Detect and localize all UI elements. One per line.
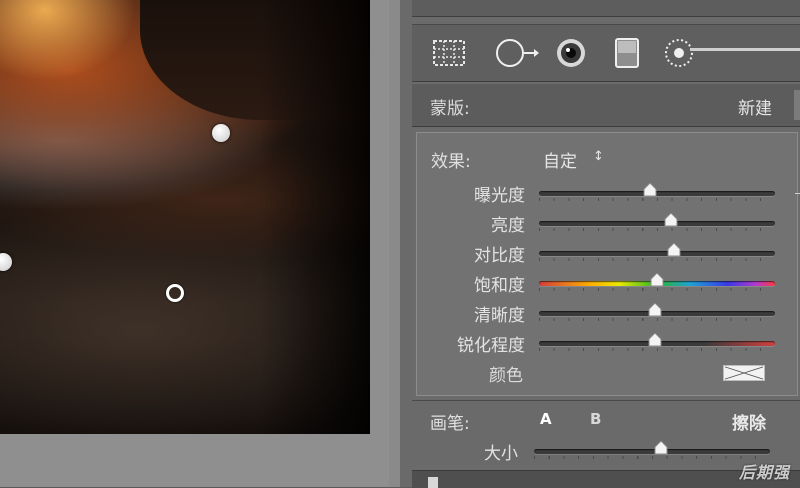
effect-slider-thumb[interactable] <box>648 303 662 318</box>
effect-slider-track[interactable] <box>539 221 775 226</box>
effect-slider-thumb[interactable] <box>643 183 657 198</box>
effect-slider-thumb[interactable] <box>648 333 662 348</box>
mask-row: 蒙版: 新建 <box>412 84 800 127</box>
panel-divider <box>400 0 412 487</box>
mask-scroll-edge <box>794 90 800 120</box>
effect-slider-track[interactable] <box>539 191 775 196</box>
effect-label: 效果: <box>431 152 471 172</box>
panel-edge-marker <box>795 193 800 194</box>
effect-slider-row: 曝光度 <box>417 177 800 207</box>
preset-stepper-icon[interactable]: ↕ <box>593 147 604 167</box>
spot-removal-icon[interactable] <box>494 37 540 69</box>
brush-label: 画笔: <box>430 414 470 434</box>
brush-size-label: 大小 <box>484 444 518 464</box>
effect-slider-ticks <box>539 198 775 201</box>
effect-slider-label: 亮度 <box>491 216 525 236</box>
brush-section: 画笔: A B 擦除 大小 <box>412 400 800 467</box>
brush-option-b[interactable]: B <box>590 410 601 428</box>
mask-label: 蒙版: <box>430 99 470 119</box>
effect-preset-select[interactable]: 自定 <box>543 147 577 172</box>
watermark-logo: 后期强 <box>738 463 790 482</box>
color-swatch[interactable] <box>723 365 765 381</box>
footer-checkbox[interactable] <box>428 477 438 488</box>
effect-slider-thumb[interactable] <box>664 213 678 228</box>
effect-slider-row: 对比度 <box>417 237 799 267</box>
red-eye-icon[interactable] <box>554 37 588 69</box>
effect-slider-track[interactable] <box>539 251 775 256</box>
photo-canvas-area <box>0 0 400 487</box>
effect-slider-row: 饱和度 <box>417 267 799 297</box>
brush-pin[interactable] <box>212 124 230 142</box>
brush-size-ticks <box>534 456 770 459</box>
effect-slider-label: 清晰度 <box>474 306 525 326</box>
photo-shadow <box>260 0 370 434</box>
effect-slider-label: 锐化程度 <box>457 336 525 356</box>
adjustment-brush-panel: 蒙版: 新建 效果: 自定 ↕ 曝光度亮度对比度饱和度清晰度锐化程度 颜色 画笔… <box>412 0 800 488</box>
effect-slider-row: 锐化程度 <box>417 327 799 357</box>
brush-size-row: 大小 <box>412 435 794 465</box>
effect-slider-row: 清晰度 <box>417 297 799 327</box>
brush-size-track[interactable] <box>534 449 770 454</box>
effect-slider-label: 曝光度 <box>474 186 525 206</box>
panel-top-strip <box>412 0 800 17</box>
effect-slider-ticks <box>539 348 775 351</box>
graduated-filter-icon[interactable] <box>610 37 644 69</box>
effect-slider-ticks <box>539 258 775 261</box>
effect-slider-label: 饱和度 <box>474 276 525 296</box>
effects-section: 效果: 自定 ↕ 曝光度亮度对比度饱和度清晰度锐化程度 颜色 <box>416 132 800 396</box>
effect-slider-ticks <box>539 228 775 231</box>
brush-pin[interactable] <box>0 253 12 271</box>
brush-erase-button[interactable]: 擦除 <box>732 409 766 434</box>
brush-pin-active[interactable] <box>166 284 184 302</box>
effect-slider-ticks <box>539 288 775 291</box>
mask-new-button[interactable]: 新建 <box>738 94 772 119</box>
effect-slider-thumb[interactable] <box>667 243 681 258</box>
color-label: 颜色 <box>489 366 523 386</box>
effect-slider-row: 亮度 <box>417 207 799 237</box>
brush-handle-line <box>690 48 800 51</box>
photo-preview[interactable] <box>0 0 370 434</box>
brush-option-a[interactable]: A <box>540 410 552 428</box>
canvas-border <box>389 0 400 487</box>
tool-strip <box>412 24 800 82</box>
effect-slider-label: 对比度 <box>474 246 525 266</box>
adjustment-brush-icon[interactable] <box>664 37 698 69</box>
crop-overlay-icon[interactable] <box>432 37 466 69</box>
effect-slider-thumb[interactable] <box>650 273 664 288</box>
brush-size-slider-thumb[interactable] <box>654 441 668 456</box>
effect-slider-ticks <box>539 318 775 321</box>
